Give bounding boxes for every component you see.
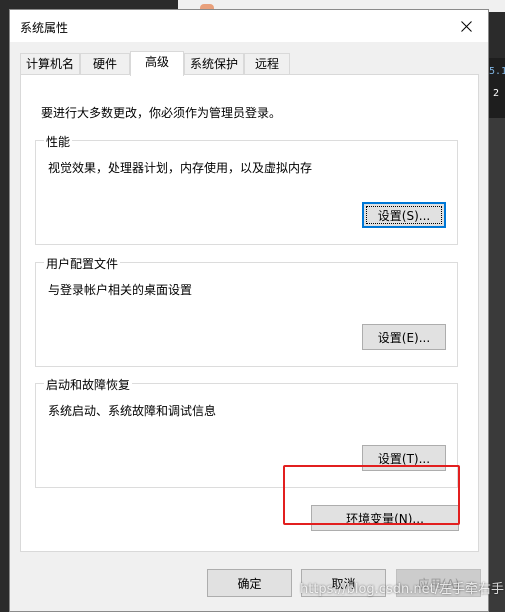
admin-notice: 要进行大多数更改，你必须作为管理员登录。: [41, 106, 282, 120]
performance-settings-button[interactable]: 设置(S)...: [362, 202, 446, 228]
terminal-body: [489, 118, 505, 612]
dialog-title: 系统属性: [20, 21, 69, 35]
startup-recovery-title: 启动和故障恢复: [44, 376, 133, 393]
user-profiles-description: 与登录帐户相关的桌面设置: [48, 283, 193, 297]
performance-group: 性能 视觉效果，处理器计划，内存使用，以及虚拟内存 设置(S)...: [35, 133, 458, 245]
tab-advanced[interactable]: 高级: [130, 51, 184, 76]
user-profiles-group: 用户配置文件 与登录帐户相关的桌面设置 设置(E)...: [35, 255, 458, 367]
title-bar[interactable]: 系统属性: [10, 10, 488, 42]
tab-system-protection[interactable]: 系统保护: [184, 53, 244, 74]
user-profiles-title: 用户配置文件: [44, 255, 121, 272]
close-button[interactable]: [444, 10, 488, 42]
user-profiles-settings-button[interactable]: 设置(E)...: [362, 324, 446, 350]
startup-recovery-group: 启动和故障恢复 系统启动、系统故障和调试信息 设置(T)...: [35, 376, 458, 488]
tab-computer-name[interactable]: 计算机名: [20, 53, 80, 74]
watermark: https://blog.csdn.net/左手牵右手: [300, 582, 505, 597]
advanced-tab-panel: 要进行大多数更改，你必须作为管理员登录。 性能 视觉效果，处理器计划，内存使用，…: [20, 74, 479, 552]
performance-title: 性能: [44, 133, 73, 150]
ok-button[interactable]: 确定: [207, 569, 292, 597]
close-icon: [460, 20, 472, 32]
tab-remote[interactable]: 远程: [244, 53, 290, 74]
performance-description: 视觉效果，处理器计划，内存使用，以及虚拟内存: [48, 161, 313, 175]
terminal-text: 5.12: [489, 66, 505, 77]
environment-variables-button[interactable]: 环境变量(N)...: [311, 505, 459, 531]
system-properties-dialog: 系统属性 计算机名 硬件 高级 系统保护 远程 要进行大多数更改，你必须作为管理…: [9, 9, 489, 612]
background-terminal: 5.12 2: [489, 58, 505, 612]
startup-recovery-settings-button[interactable]: 设置(T)...: [362, 445, 446, 471]
tab-hardware[interactable]: 硬件: [80, 53, 130, 74]
terminal-text: 2: [493, 88, 500, 99]
startup-recovery-description: 系统启动、系统故障和调试信息: [48, 404, 217, 418]
